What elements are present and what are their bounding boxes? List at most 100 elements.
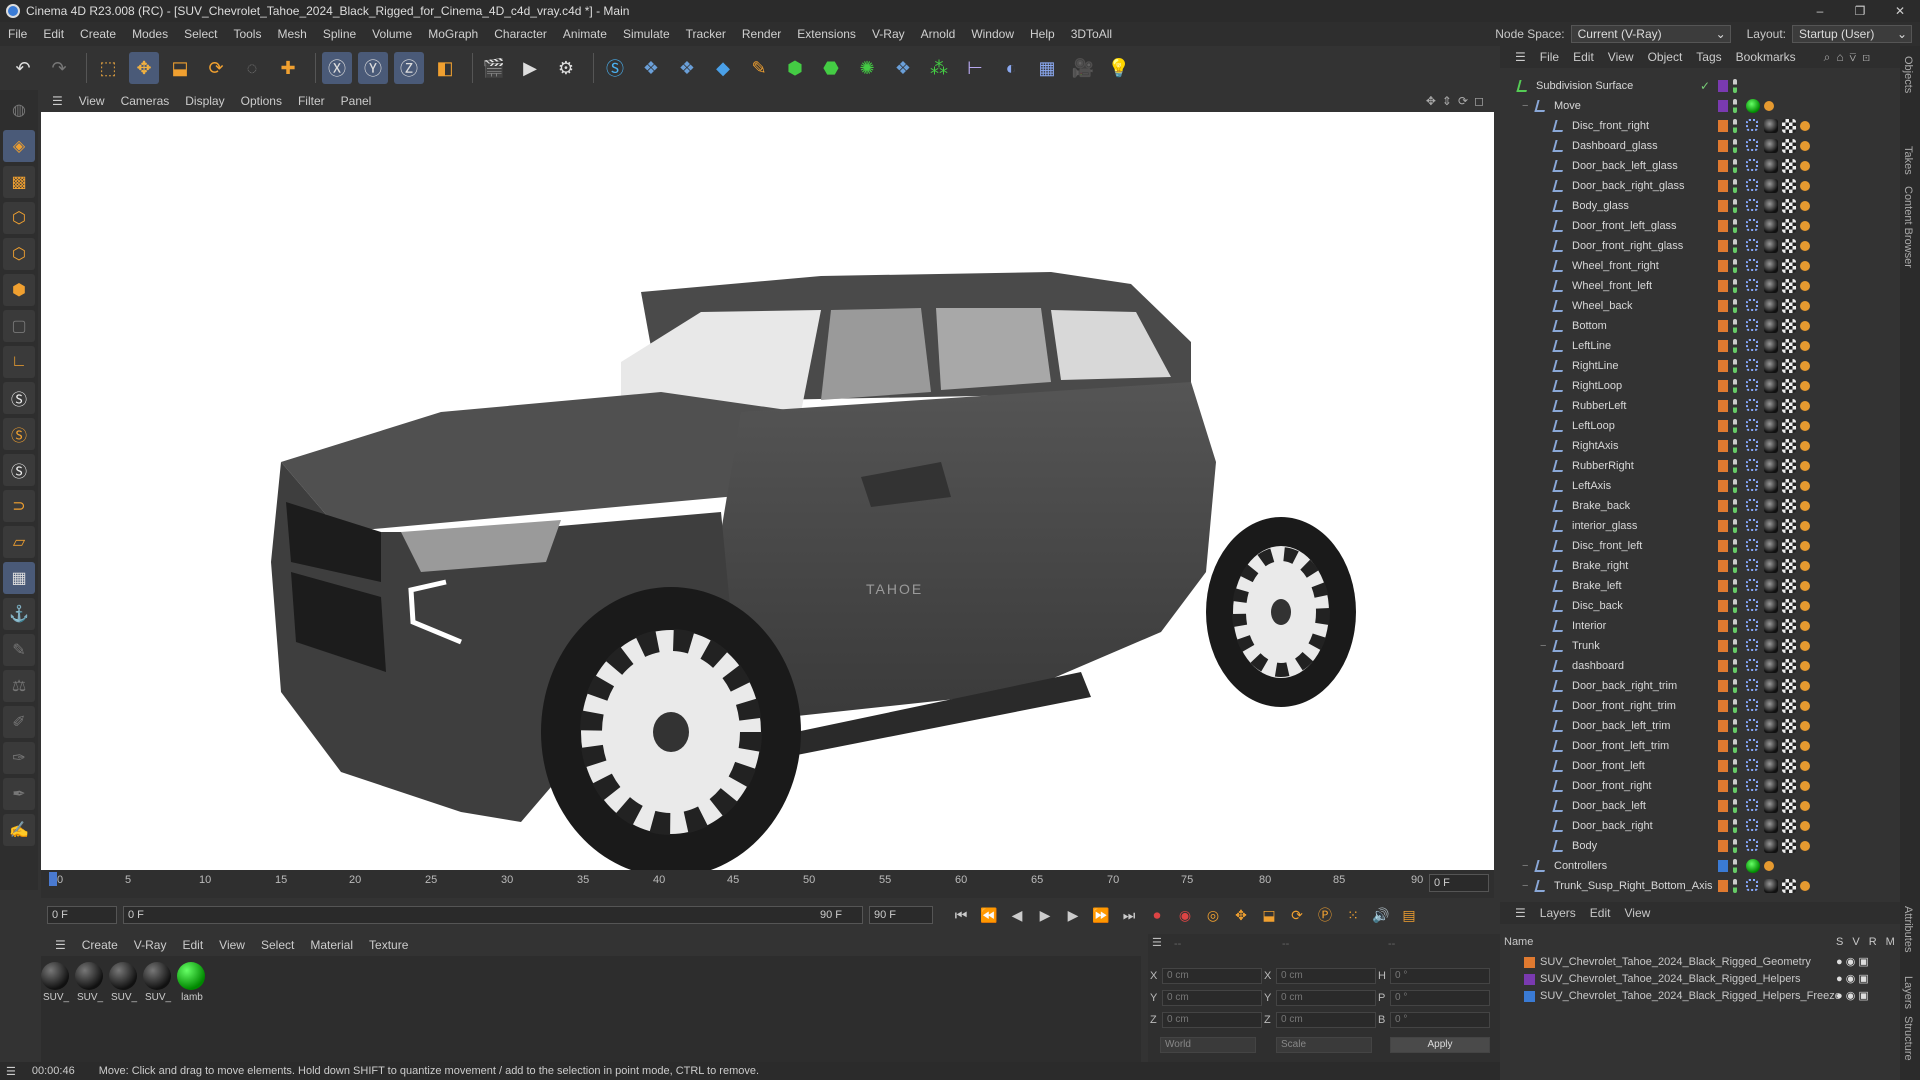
protection-tag-icon[interactable] <box>1800 401 1810 411</box>
texture-tag-icon[interactable] <box>1782 759 1796 773</box>
object-row[interactable]: Door_front_right_glass <box>1500 236 1884 256</box>
object-row[interactable]: Door_front_right <box>1500 776 1884 796</box>
z-axis-lock-icon[interactable]: Ⓩ <box>394 52 424 84</box>
side-tab-takes[interactable]: Takes <box>1902 146 1914 175</box>
rotate-tool-icon[interactable]: ⟳ <box>201 52 231 84</box>
layer-row[interactable]: SUV_Chevrolet_Tahoe_2024_Black_Rigged_He… <box>1500 971 1900 988</box>
autokey-icon[interactable]: ◉ <box>1174 904 1196 926</box>
pen-spline-icon[interactable]: ✎ <box>744 52 774 84</box>
object-row[interactable]: Door_back_left_trim <box>1500 716 1884 736</box>
texture-tag-icon[interactable] <box>1782 619 1796 633</box>
viewport-nav-icons[interactable]: ✥⇕⟳◻ <box>1426 94 1490 108</box>
object-row[interactable]: − Trunk_Susp_Right_Bottom_Axis <box>1500 876 1884 896</box>
layer-color-swatch[interactable] <box>1718 800 1728 812</box>
material-tag-icon[interactable] <box>1764 379 1778 393</box>
object-row[interactable]: Wheel_front_right <box>1500 256 1884 276</box>
layer-color-swatch[interactable] <box>1718 100 1728 112</box>
texture-tag-icon[interactable] <box>1782 439 1796 453</box>
edges-mode-icon[interactable]: ⬡ <box>3 238 35 270</box>
texture-tag-icon[interactable] <box>1782 699 1796 713</box>
material-tag-icon[interactable] <box>1764 159 1778 173</box>
object-row[interactable]: Door_front_left <box>1500 756 1884 776</box>
object-row[interactable]: RightLine <box>1500 356 1884 376</box>
layer-toggles-icon[interactable]: ● ◉ ▣ <box>1836 972 1869 985</box>
object-row[interactable]: Body_glass <box>1500 196 1884 216</box>
protection-tag-icon[interactable] <box>1800 261 1810 271</box>
recent-tools-icon[interactable]: ◌ <box>237 52 267 84</box>
protection-tag-icon[interactable] <box>1764 101 1774 111</box>
layer-toggles-icon[interactable]: ● ◉ ▣ <box>1836 955 1869 968</box>
size-y-field[interactable]: 0 cm <box>1276 990 1376 1006</box>
objects-menu-file[interactable]: File <box>1533 50 1566 64</box>
object-row[interactable]: RubberLeft <box>1500 396 1884 416</box>
visibility-dots-icon[interactable] <box>1733 79 1737 93</box>
protection-tag-icon[interactable] <box>1800 321 1810 331</box>
object-row[interactable]: interior_glass <box>1500 516 1884 536</box>
selection-tag-icon[interactable] <box>1746 379 1758 391</box>
layer-row[interactable]: SUV_Chevrolet_Tahoe_2024_Black_Rigged_He… <box>1500 988 1900 1005</box>
object-row[interactable]: Door_front_left_glass <box>1500 216 1884 236</box>
object-row[interactable]: LeftLine <box>1500 336 1884 356</box>
protection-tag-icon[interactable] <box>1800 181 1810 191</box>
model-mode-icon[interactable]: ◈ <box>3 130 35 162</box>
menu-arnold[interactable]: Arnold <box>913 22 964 46</box>
selection-tag-icon[interactable] <box>1746 579 1758 591</box>
selection-tag-icon[interactable] <box>1746 799 1758 811</box>
current-frame-field[interactable]: 0 F <box>1429 874 1489 892</box>
material-tag-icon[interactable] <box>1764 199 1778 213</box>
menu-select[interactable]: Select <box>176 22 225 46</box>
visibility-dots-icon[interactable] <box>1733 599 1737 613</box>
object-row[interactable]: Brake_right <box>1500 556 1884 576</box>
layer-toggles-icon[interactable]: ● ◉ ▣ <box>1836 989 1869 1002</box>
coord-y-field[interactable]: 0 cm <box>1162 990 1262 1006</box>
make-editable-icon[interactable]: ◍ <box>3 94 35 126</box>
material-tag-icon[interactable] <box>1764 259 1778 273</box>
menu-mesh[interactable]: Mesh <box>269 22 314 46</box>
material-tag-icon[interactable] <box>1764 659 1778 673</box>
points-mode-icon[interactable]: ⬡ <box>3 202 35 234</box>
objects-menu-view[interactable]: View <box>1601 50 1641 64</box>
live-selection-icon[interactable]: ⬚ <box>93 52 123 84</box>
texture-tag-icon[interactable] <box>1782 819 1796 833</box>
visibility-dots-icon[interactable] <box>1733 839 1737 853</box>
layer-color-swatch[interactable] <box>1718 80 1728 92</box>
selection-tag-icon[interactable] <box>1746 319 1758 331</box>
selection-tag-icon[interactable] <box>1746 699 1758 711</box>
coord-z-field[interactable]: 0 cm <box>1162 1012 1262 1028</box>
protection-tag-icon[interactable] <box>1800 541 1810 551</box>
layer-color-swatch[interactable] <box>1718 360 1728 372</box>
snap-icon[interactable]: ⊃ <box>3 490 35 522</box>
viewport-menu-options[interactable]: Options <box>233 94 290 108</box>
expand-toggle-icon[interactable]: − <box>1522 860 1528 872</box>
object-row[interactable]: Interior <box>1500 616 1884 636</box>
search-filter-icons[interactable]: ⌕⌂⊽⊡ <box>1824 50 1876 65</box>
protection-tag-icon[interactable] <box>1800 301 1810 311</box>
position-key-icon[interactable]: ✥ <box>1230 904 1252 926</box>
layer-color-swatch[interactable] <box>1718 440 1728 452</box>
selection-tag-icon[interactable] <box>1746 719 1758 731</box>
layer-color-swatch[interactable] <box>1718 220 1728 232</box>
texture-tag-icon[interactable] <box>1782 479 1796 493</box>
visibility-dots-icon[interactable] <box>1733 239 1737 253</box>
material-menu-view[interactable]: View <box>211 938 253 952</box>
visibility-dots-icon[interactable] <box>1733 739 1737 753</box>
coord-mode-dropdown[interactable]: World <box>1160 1037 1256 1053</box>
polygons-mode-icon[interactable]: ⬢ <box>3 274 35 306</box>
material-tag-icon[interactable] <box>1764 139 1778 153</box>
rotation-key-icon[interactable]: ⟳ <box>1286 904 1308 926</box>
material-tag-icon[interactable] <box>1764 679 1778 693</box>
rot-b-field[interactable]: 0 ° <box>1390 1012 1490 1028</box>
joint-icon[interactable]: ⊢ <box>960 52 990 84</box>
visibility-dots-icon[interactable] <box>1733 659 1737 673</box>
workplane-icon[interactable]: ▱ <box>3 526 35 558</box>
grid-icon[interactable]: ▦ <box>3 562 35 594</box>
visibility-dots-icon[interactable] <box>1733 99 1737 113</box>
go-to-end-icon[interactable]: ⏭ <box>1118 904 1140 926</box>
protection-tag-icon[interactable] <box>1800 621 1810 631</box>
selection-tag-icon[interactable] <box>1746 159 1758 171</box>
material-tag-icon[interactable] <box>1764 499 1778 513</box>
selection-tag-icon[interactable] <box>1746 599 1758 611</box>
material-tag-icon[interactable] <box>1764 719 1778 733</box>
selection-tag-icon[interactable] <box>1746 839 1758 851</box>
selection-tag-icon[interactable] <box>1746 479 1758 491</box>
